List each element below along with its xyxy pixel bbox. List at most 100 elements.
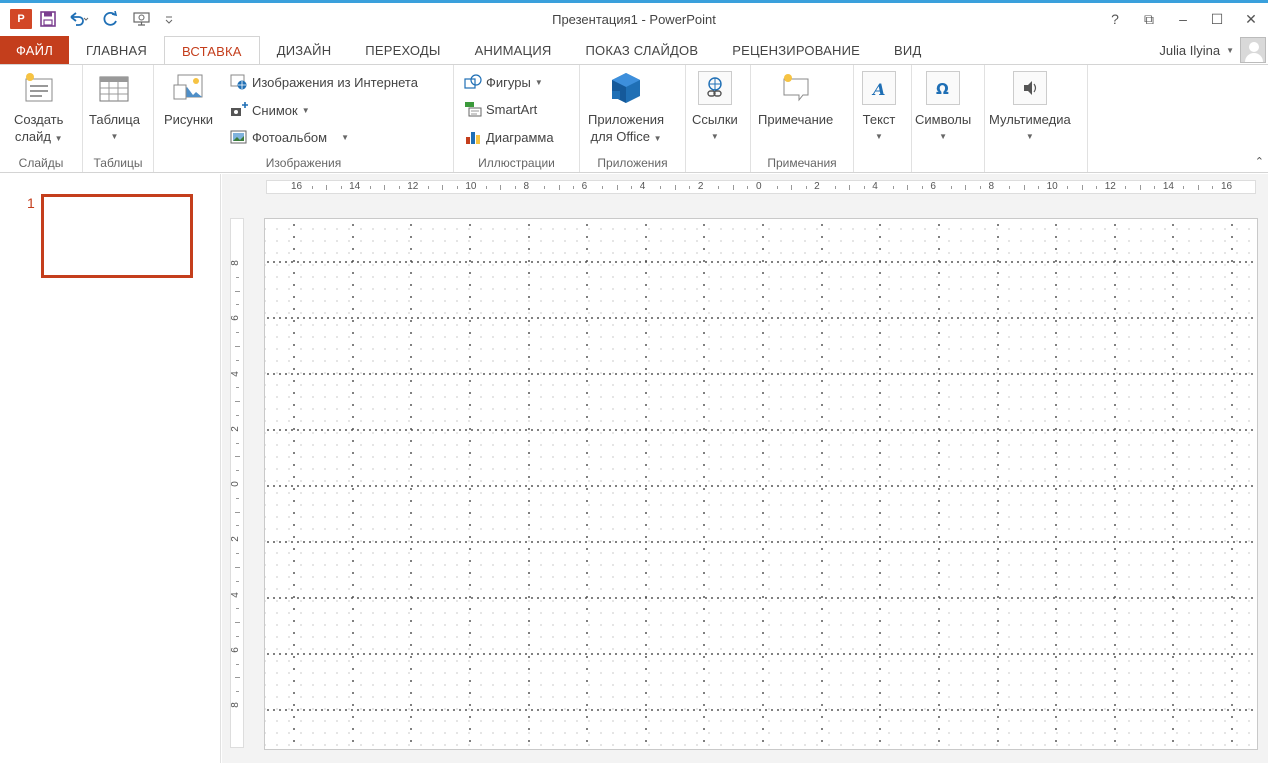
ruler-number: 4: [872, 181, 878, 192]
group-tables: Таблица ▼ Таблицы: [83, 65, 154, 172]
links-button[interactable]: Ссылки ▼: [692, 71, 738, 145]
ruler-number: 8: [523, 181, 530, 192]
tab-transitions[interactable]: ПЕРЕХОДЫ: [348, 36, 457, 64]
photo-album-icon: [230, 129, 248, 145]
tab-design[interactable]: ДИЗАЙН: [260, 36, 349, 64]
avatar[interactable]: [1240, 37, 1266, 63]
close-icon[interactable]: ✕: [1234, 6, 1268, 32]
ruler-tick: [236, 304, 239, 306]
omega-icon: Ω: [926, 71, 961, 105]
grid-line: [468, 219, 471, 749]
ruler-tick: [236, 276, 239, 278]
ruler-tick: [235, 511, 240, 513]
ruler-tick: [965, 185, 967, 190]
screenshot-button[interactable]: Снимок ▼: [230, 99, 310, 121]
maximize-icon[interactable]: ☐: [1200, 6, 1234, 32]
group-label-slides: Слайды: [18, 156, 64, 170]
chevron-down-icon: ▼: [875, 132, 883, 141]
ruler-number: 4: [229, 591, 241, 598]
help-icon[interactable]: ?: [1098, 6, 1132, 32]
svg-text:Ω: Ω: [936, 80, 949, 98]
ruler-tick: [776, 186, 778, 189]
ruler-tick: [236, 635, 239, 637]
horizontal-ruler: 16 14 12 10 8 6 4 2 0 2 4 6 8 10 12 14 16: [266, 180, 1256, 194]
group-media: Мультимедиа ▼: [985, 65, 1088, 172]
ruler-tick: [514, 186, 516, 189]
ruler-tick: [558, 185, 560, 190]
text-button[interactable]: A Текст ▼: [862, 71, 896, 145]
grid-line: [1172, 219, 1175, 749]
screenshot-icon: [230, 102, 248, 118]
chevron-down-icon[interactable]: ▼: [1226, 46, 1234, 55]
tab-home[interactable]: ГЛАВНАЯ: [69, 36, 164, 64]
tab-slideshow[interactable]: ПОКАЗ СЛАЙДОВ: [569, 36, 716, 64]
ruler-number: 2: [229, 536, 241, 543]
comment-button[interactable]: Примечание: [758, 71, 833, 128]
smartart-button[interactable]: SmartArt: [464, 98, 537, 120]
collapse-ribbon-icon[interactable]: ⌃: [1255, 155, 1264, 168]
photo-album-button[interactable]: Фотоальбом ▼: [230, 126, 349, 148]
tab-insert[interactable]: ВСТАВКА: [163, 36, 260, 65]
chevron-down-icon: ▼: [534, 77, 543, 87]
chevron-down-icon: ▼: [653, 134, 662, 143]
slide-canvas[interactable]: [264, 218, 1258, 750]
symbols-button[interactable]: Ω Символы ▼: [915, 71, 971, 145]
chart-icon: [464, 129, 482, 145]
slide-thumbnail[interactable]: [41, 194, 193, 278]
apps-label-2: для Office: [590, 129, 651, 144]
ruler-tick: [863, 186, 865, 189]
group-comments: Примечание Примечания: [751, 65, 854, 172]
online-pictures-button[interactable]: Изображения из Интернета: [230, 71, 418, 93]
grid-line: [265, 373, 1257, 375]
ruler-number: 12: [407, 181, 419, 192]
grid-line: [996, 219, 999, 749]
minimize-icon[interactable]: –: [1166, 6, 1200, 32]
user-name[interactable]: Julia Ilyina: [1159, 43, 1220, 58]
tab-file[interactable]: ФАЙЛ: [0, 36, 69, 64]
vertical-ruler: 8 6 4 2 0 2 4 6 8: [230, 218, 244, 748]
ruler-number: 6: [930, 181, 936, 192]
ruler-tick: [235, 401, 240, 403]
ruler-tick: [340, 186, 342, 189]
ribbon-display-icon[interactable]: ⧉: [1132, 6, 1166, 32]
grid-line: [265, 429, 1257, 431]
ruler-tick: [1154, 186, 1156, 189]
new-slide-button[interactable]: Создать слайд ▼: [14, 71, 63, 147]
ruler-tick: [834, 186, 836, 189]
slide-background: [265, 219, 1257, 749]
tab-view[interactable]: ВИД: [877, 36, 938, 64]
ruler-number: 6: [229, 315, 241, 322]
ruler-tick: [236, 608, 239, 610]
online-pictures-label: Изображения из Интернета: [252, 74, 418, 90]
ruler-number: 0: [229, 481, 241, 487]
window-title: Презентация1 - PowerPoint: [552, 12, 716, 27]
ruler-number: 6: [581, 181, 588, 192]
grid-line: [762, 219, 764, 749]
ruler-tick: [674, 185, 676, 190]
smartart-icon: [464, 101, 482, 117]
ruler-tick: [732, 185, 734, 190]
group-label-images: Изображения: [265, 156, 342, 170]
chart-button[interactable]: Диаграмма: [464, 126, 554, 148]
media-button[interactable]: Мультимедиа ▼: [989, 71, 1071, 145]
symbols-label: Символы: [915, 112, 972, 127]
apps-for-office-button[interactable]: Приложения для Office ▼: [588, 71, 664, 147]
group-links: Ссылки ▼: [686, 65, 751, 172]
ruler-number: 12: [1104, 181, 1116, 192]
table-button[interactable]: Таблица ▼: [89, 71, 140, 145]
group-slides: Создать слайд ▼ Слайды: [0, 65, 83, 172]
tab-review[interactable]: РЕЦЕНЗИРОВАНИЕ: [715, 36, 877, 64]
group-label-tables: Таблицы: [93, 156, 143, 170]
grid-line: [703, 219, 706, 749]
ruler-number: 4: [639, 181, 646, 192]
speaker-icon: [1012, 71, 1047, 105]
grid-line: [265, 317, 1257, 319]
shapes-button[interactable]: Фигуры ▼: [464, 71, 543, 93]
ruler-tick: [500, 185, 502, 190]
tab-animations[interactable]: АНИМАЦИЯ: [458, 36, 569, 64]
window-controls: ? ⧉ – ☐ ✕: [1098, 6, 1268, 32]
account-area[interactable]: Julia Ilyina ▼: [1159, 36, 1268, 64]
chevron-down-icon: ▼: [110, 132, 119, 141]
new-slide-label-1: Создать: [14, 112, 64, 127]
pictures-button[interactable]: Рисунки: [164, 71, 213, 128]
